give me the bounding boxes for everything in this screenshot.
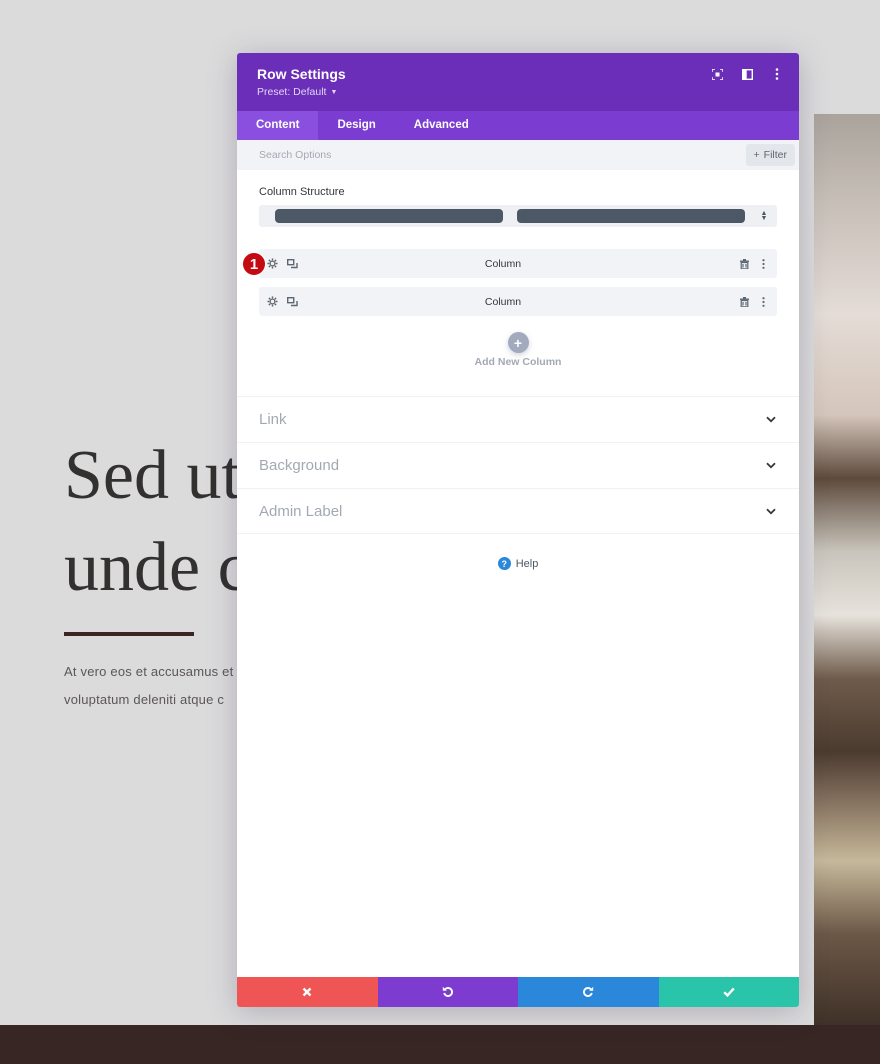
column-label: Column: [484, 295, 522, 308]
column-structure-label: Column Structure: [259, 186, 345, 198]
trash-icon[interactable]: [739, 296, 750, 307]
gear-icon[interactable]: [267, 296, 278, 307]
hero-title: Sed ut unde c: [64, 430, 249, 614]
redo-icon: [583, 986, 594, 997]
plus-circle-icon: +: [507, 332, 529, 353]
search-input[interactable]: [259, 149, 559, 161]
section-title: Admin Label: [259, 502, 343, 520]
undo-icon: [442, 986, 453, 997]
column-item[interactable]: 1 Column: [242, 249, 777, 278]
plus-icon: +: [753, 149, 760, 161]
duplicate-icon[interactable]: [287, 258, 298, 269]
add-new-column-button[interactable]: + Add New Column: [259, 332, 777, 368]
modal-title: Row Settings: [257, 66, 346, 82]
action-bar: [237, 977, 799, 1007]
section-admin-label[interactable]: Admin Label: [237, 488, 799, 534]
trash-icon[interactable]: [739, 258, 750, 269]
hero-divider: [64, 632, 194, 636]
tab-advanced[interactable]: Advanced: [395, 111, 488, 140]
column-structure-select[interactable]: ▲ ▼: [259, 205, 777, 227]
content-panel: Column Structure ▲ ▼ 1 Column Column + A…: [237, 170, 799, 368]
close-icon: [302, 987, 312, 997]
search-bar: + Filter: [237, 140, 799, 170]
filter-button[interactable]: + Filter: [745, 144, 795, 166]
hero-title-line-2: unde c: [64, 529, 249, 606]
step-badge: 1: [242, 252, 266, 276]
section-title: Link: [259, 411, 287, 428]
column-list: 1 Column Column: [242, 249, 777, 316]
footer-band: [0, 1025, 880, 1064]
section-link[interactable]: Link: [237, 396, 799, 442]
tab-content[interactable]: Content: [237, 111, 319, 140]
row-settings-modal: Row Settings Preset: Default ▼ Content D…: [237, 53, 799, 1007]
chevron-down-icon: [765, 505, 777, 517]
select-arrows-icon: ▲ ▼: [760, 210, 768, 222]
section-title: Background: [259, 457, 340, 474]
focus-icon[interactable]: [711, 67, 723, 81]
preset-label: Preset: Default: [257, 86, 327, 98]
hero-text-line-1: At vero eos et accusamus et: [64, 664, 234, 679]
chevron-down-icon: [765, 460, 777, 472]
tab-bar: Content Design Advanced: [237, 111, 799, 140]
modal-header[interactable]: Row Settings Preset: Default ▼: [237, 53, 799, 111]
check-icon: [723, 987, 735, 997]
column-label: Column: [484, 257, 522, 270]
settings-sections: Link Background Admin Label: [237, 396, 799, 534]
column-structure-bar-1: [275, 209, 503, 223]
filter-label: Filter: [763, 149, 787, 161]
chevron-down-icon: [765, 414, 777, 426]
help-button[interactable]: ? Help: [237, 557, 799, 570]
split-view-icon[interactable]: [741, 67, 753, 81]
column-structure-bar-2: [517, 209, 745, 223]
more-options-icon[interactable]: [758, 296, 769, 307]
caret-down-icon: ▼: [330, 88, 338, 96]
more-options-icon[interactable]: [771, 67, 783, 81]
hero-title-line-1: Sed ut: [64, 437, 241, 514]
preset-selector[interactable]: Preset: Default ▼: [257, 86, 779, 98]
help-label: Help: [515, 557, 539, 570]
column-item[interactable]: Column: [259, 287, 777, 316]
redo-button[interactable]: [518, 977, 659, 1007]
save-button[interactable]: [658, 977, 799, 1007]
gear-icon[interactable]: [267, 258, 278, 269]
undo-button[interactable]: [377, 977, 518, 1007]
header-icons: [711, 67, 783, 81]
background-photo: [814, 114, 880, 1025]
tab-design[interactable]: Design: [318, 111, 394, 140]
help-icon: ?: [497, 557, 511, 570]
discard-button[interactable]: [237, 977, 378, 1007]
add-new-column-label: Add New Column: [474, 356, 562, 368]
hero-text: At vero eos et accusamus et voluptatum d…: [64, 658, 233, 714]
hero-text-line-2: voluptatum deleniti atque c: [64, 692, 225, 707]
section-background[interactable]: Background: [237, 442, 799, 488]
more-options-icon[interactable]: [758, 258, 769, 269]
duplicate-icon[interactable]: [287, 296, 298, 307]
